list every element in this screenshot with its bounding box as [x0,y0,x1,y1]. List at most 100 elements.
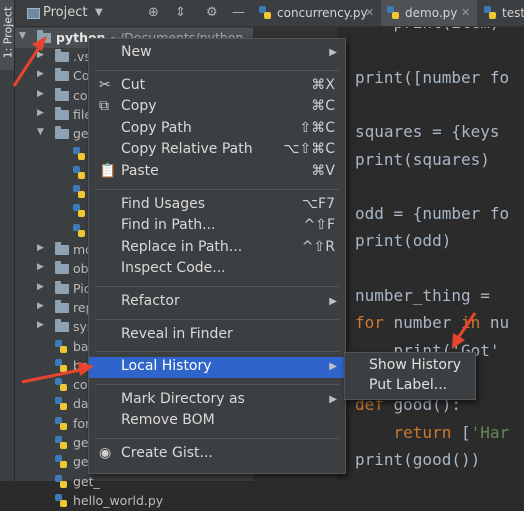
project-panel-title[interactable]: Project [43,5,87,20]
minimize-icon[interactable]: — [232,5,245,20]
menu-item-shortcut: ⌥F7 [301,195,335,212]
chevron-right-icon[interactable]: ▶ [37,89,44,99]
code-line: print(squares) [355,150,490,169]
tool-window-strip: 1: Project [0,0,15,481]
scissors-icon: ✂ [99,76,111,93]
folder-icon [55,261,69,275]
project-tool-window-tab[interactable]: 1: Project [0,0,14,70]
project-panel-header: Project ▼ ⊕ ⇕ ⚙ — [15,0,253,27]
menu-item-copy-path[interactable]: Copy Path ⇧⌘C [89,119,345,140]
menu-item-create-gist[interactable]: ◉ Create Gist... [89,444,345,465]
chevron-right-icon[interactable]: ▶ [37,320,44,330]
crosshair-icon[interactable]: ⊕ [148,5,159,20]
menu-item-shortcut: ⌘C [311,98,335,115]
submenu-arrow-icon: ▶ [329,296,337,307]
chevron-right-icon[interactable]: ▶ [37,108,44,118]
menu-item-label: Refactor [121,293,180,309]
chevron-down-icon[interactable]: ▼ [37,127,44,137]
close-icon[interactable]: ✕ [461,6,470,19]
folder-icon [55,68,69,82]
menu-item-label: Copy [121,98,157,115]
context-menu: New ▶ ✂ Cut ⌘X ⧉ Copy ⌘C Copy Path ⇧⌘C Copy Relati… [88,38,346,474]
code-token: 'Har [470,422,510,442]
chevron-right-icon[interactable]: ▶ [37,301,44,311]
tab-concurrency[interactable]: concurrency.py ✕ [253,0,380,26]
code-line: print(good()) [355,450,480,469]
close-icon[interactable]: ✕ [365,6,374,19]
code-token: print(item) [355,27,500,32]
gear-icon[interactable]: ⚙ [206,5,218,20]
code-token: odd = {number fo [355,204,510,224]
github-icon: ◉ [99,445,112,461]
menu-item-copy[interactable]: ⧉ Copy ⌘C [89,97,345,118]
menu-item-inspect-code[interactable]: Inspect Code... [89,259,345,280]
tab-label: concurrency.py [277,6,368,20]
local-history-submenu: Show History Put Label... [344,352,476,400]
menu-item-label: Inspect Code... [121,260,226,277]
menu-item-local-history[interactable]: Local History ▶ [89,357,345,379]
code-line: print(item) [355,27,500,32]
menu-item-replace-in-path[interactable]: Replace in Path... ^⇧R [89,238,345,259]
menu-item-shortcut: ⌘X [311,76,335,93]
folder-icon [55,299,69,313]
folder-icon [55,126,69,140]
tab-demo[interactable]: demo.py ✕ [381,0,477,26]
project-tool-window-label: 1: Project [1,6,15,59]
menu-item-remove-bom[interactable]: Remove BOM [89,411,345,432]
submenu-item-put-label[interactable]: Put Label... [369,377,447,393]
folder-icon [55,280,69,294]
python-file-icon [55,397,67,411]
python-file-icon [55,436,67,449]
python-file-icon [55,416,67,430]
menu-item-paste[interactable]: 📋 Paste ⌘V [89,162,345,183]
chevron-right-icon[interactable]: ▶ [37,50,44,60]
code-token: print(squares) [355,149,490,169]
menu-item-label: Local History [121,358,212,375]
python-file-icon [484,6,496,19]
chevron-right-icon[interactable]: ▶ [37,262,44,272]
python-file-icon [55,474,67,488]
submenu-arrow-icon: ▶ [329,393,337,405]
menu-item-label: Paste [121,163,159,179]
chevron-right-icon[interactable]: ▶ [37,69,44,79]
tab-test[interactable]: test [478,0,524,26]
code-editor[interactable]: print(item) print([number fo squares = {ke… [337,27,524,481]
menu-item-new[interactable]: New ▶ [89,43,345,64]
submenu-item-show-history[interactable]: Show History [369,357,461,373]
submenu-arrow-icon: ▶ [329,47,337,58]
code-token: print(good()) [355,449,481,469]
menu-item-label: Remove BOM [121,412,215,429]
menu-item-copy-relative-path[interactable]: Copy Relative Path ⌥⇧⌘C [89,140,345,161]
code-line: print([number fo [355,68,509,87]
python-file-icon [55,493,67,507]
chevron-right-icon[interactable]: ▶ [37,243,44,253]
menu-item-label: Create Gist... [121,445,213,461]
code-line: squares = {keys [355,122,500,141]
code-line: return ['Har [355,422,510,442]
chevron-down-icon[interactable]: ▼ [19,31,26,41]
menu-item-find-in-path[interactable]: Find in Path... ^⇧F [89,216,345,237]
menu-separator [95,383,339,385]
tree-item[interactable]: get_ [15,472,253,492]
folder-icon [37,30,51,43]
menu-item-cut[interactable]: ✂ Cut ⌘X [89,76,345,97]
collapse-all-icon[interactable]: ⇕ [175,5,186,20]
project-view-icon [27,8,40,19]
menu-item-refactor[interactable]: Refactor ▶ [89,292,345,313]
code-token: print(odd) [355,231,452,251]
menu-item-label: Cut [121,76,146,93]
code-token: print([number fo [355,67,510,87]
menu-item-reveal-in-finder[interactable]: Reveal in Finder [89,325,345,346]
menu-separator [95,318,339,320]
code-token: [ [451,422,471,442]
menu-item-label: Replace in Path... [121,238,243,255]
tree-item[interactable]: hello_world.py [15,491,253,511]
chevron-right-icon[interactable]: ▶ [37,282,44,292]
code-token: return [393,422,452,442]
menu-item-mark-directory-as[interactable]: Mark Directory as ▶ [89,390,345,411]
menu-item-find-usages[interactable]: Find Usages ⌥F7 [89,195,345,216]
editor-tab-bar: concurrency.py ✕ demo.py ✕ test [253,0,524,27]
chevron-down-icon[interactable]: ▼ [95,7,103,18]
code-token: number [383,313,461,333]
code-token: number_thing = [355,286,500,305]
